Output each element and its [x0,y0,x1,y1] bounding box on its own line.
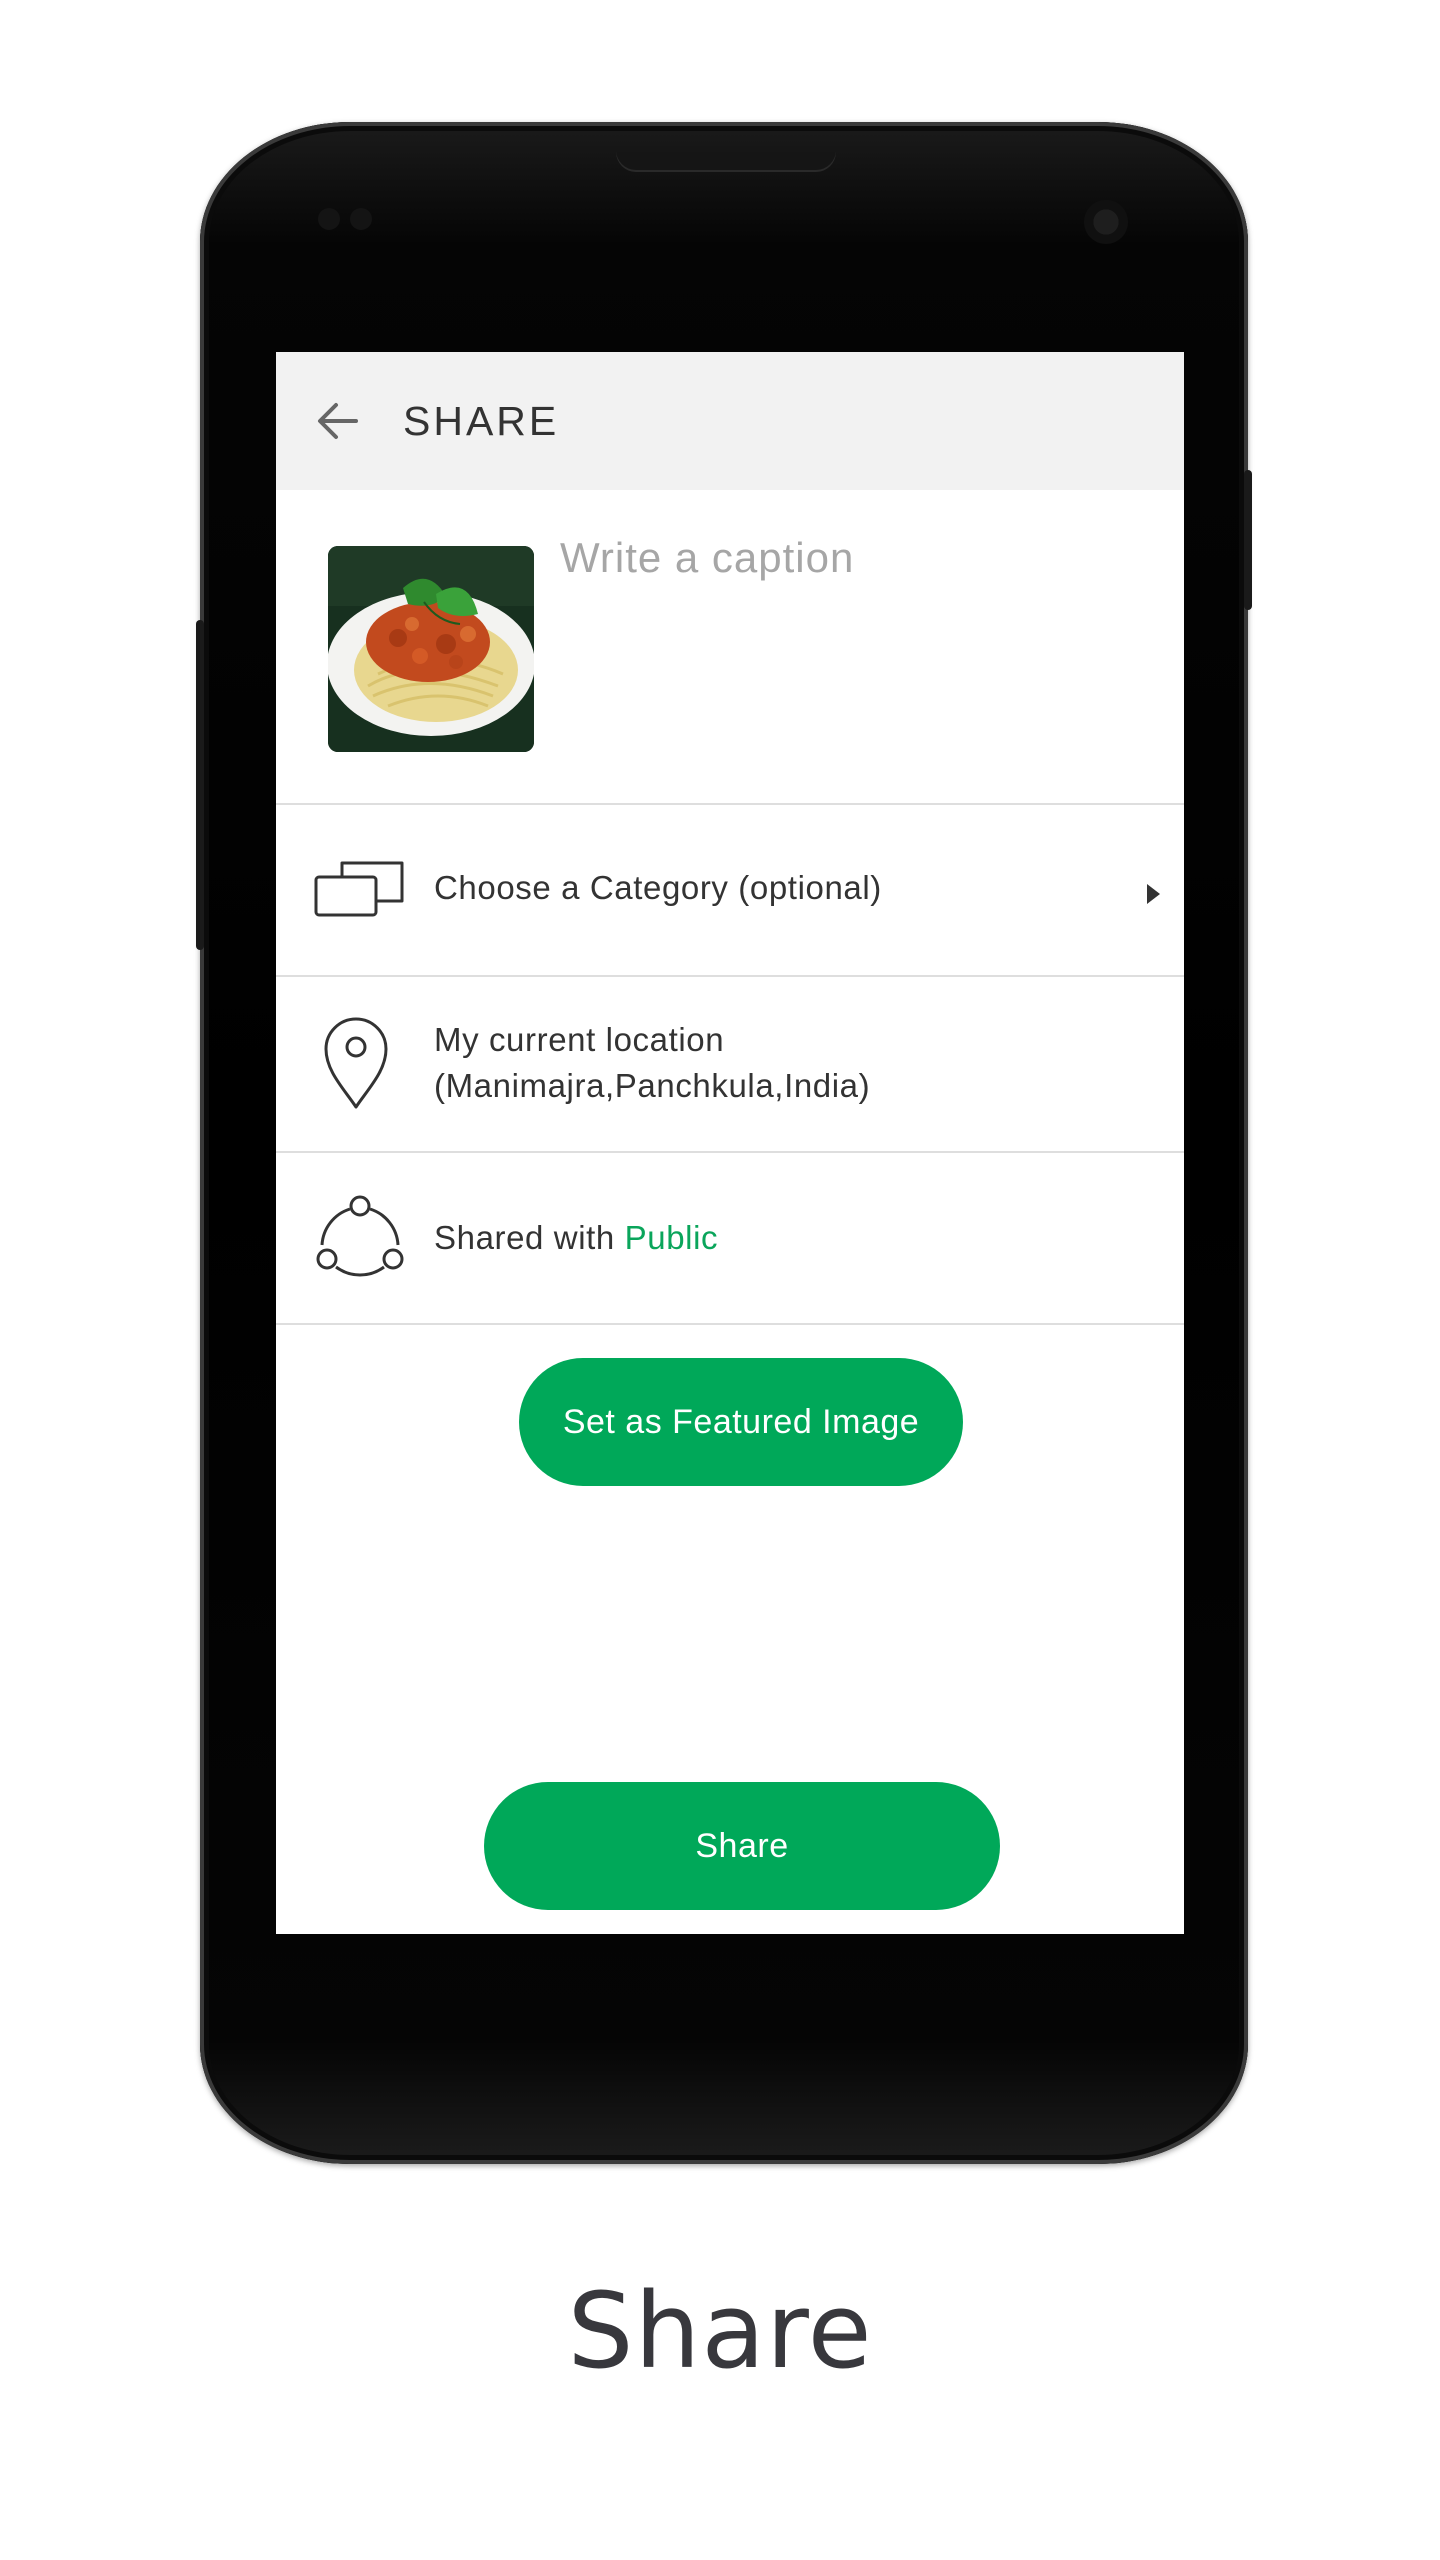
chevron-right-icon [1147,884,1160,904]
phone-camera [1084,200,1128,244]
app-bar: SHARE [276,352,1184,490]
back-arrow-icon[interactable] [312,396,364,446]
phone-volume-button [196,620,204,950]
location-pin-icon [324,1017,388,1109]
phone-sensor [318,208,340,230]
caption-section [276,490,1184,804]
share-button[interactable]: Share [484,1782,1000,1910]
location-row[interactable]: My current location (Manimajra,Panchkula… [276,977,1184,1151]
location-line-2: (Manimajra,Panchkula,India) [434,1067,871,1104]
phone-power-button [1244,470,1252,610]
privacy-label: Shared with Public [434,1215,718,1261]
caption-input[interactable] [560,528,1140,588]
share-circle-icon [316,1195,404,1277]
page-caption: Share [567,2270,873,2392]
set-featured-image-button[interactable]: Set as Featured Image [519,1358,963,1486]
privacy-prefix: Shared with [434,1219,615,1256]
spaghetti-image [328,546,534,752]
phone-sensor [350,208,372,230]
food-photo-thumbnail[interactable] [328,546,534,752]
category-label: Choose a Category (optional) [434,869,882,906]
privacy-row[interactable]: Shared with Public [276,1153,1184,1323]
location-line-1: My current location [434,1021,725,1058]
privacy-value: Public [624,1219,719,1256]
app-screen: SHARE Write a caption Choose a Category … [276,352,1184,1934]
category-row[interactable]: Choose a Category (optional) [276,805,1184,975]
phone-speaker [616,152,836,172]
page-title: SHARE [403,398,560,444]
divider [276,1323,1184,1325]
category-cards-icon [314,861,404,917]
